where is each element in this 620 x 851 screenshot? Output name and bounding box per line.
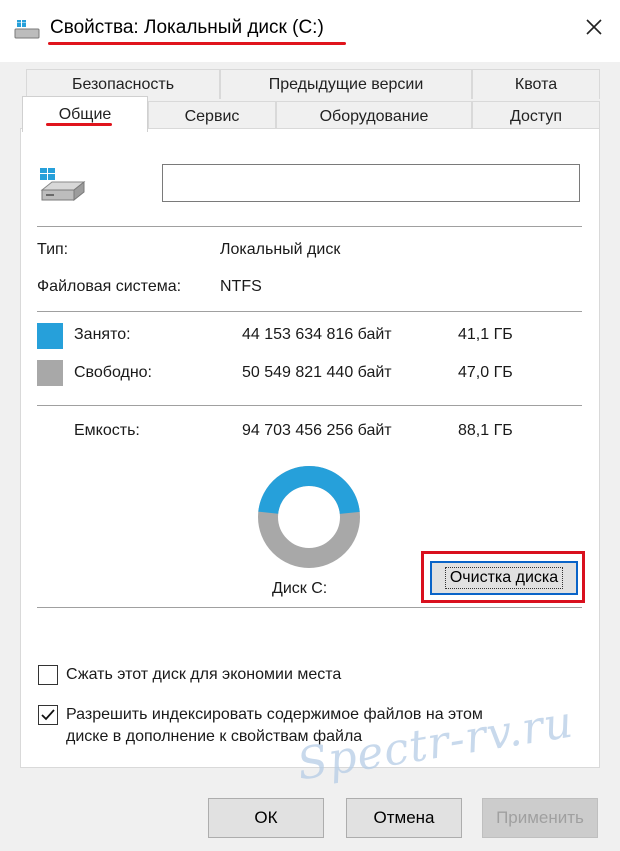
filesystem-label: Файловая система:	[37, 278, 182, 295]
disk-cleanup-button[interactable]: Очистка диска	[430, 561, 578, 595]
tab-highlight-underline	[46, 123, 112, 126]
cancel-button[interactable]: Отмена	[346, 798, 462, 838]
tab-general[interactable]: Общие	[22, 96, 148, 132]
separator-4	[37, 607, 582, 608]
type-value: Локальный диск	[220, 241, 341, 258]
drive-label: Диск C:	[272, 580, 328, 597]
capacity-bytes: 94 703 456 256 байт	[242, 422, 392, 439]
compress-label: Сжать этот диск для экономии места	[66, 666, 342, 683]
index-checkbox[interactable]	[38, 705, 58, 725]
separator-1	[37, 226, 582, 227]
tab-previous-versions[interactable]: Предыдущие версии	[220, 69, 472, 99]
tab-quota[interactable]: Квота	[472, 69, 600, 99]
close-button[interactable]	[574, 10, 614, 44]
type-label: Тип:	[37, 241, 69, 258]
capacity-size: 88,1 ГБ	[458, 422, 513, 439]
close-icon	[586, 19, 602, 35]
used-bytes: 44 153 634 816 байт	[242, 326, 392, 343]
separator-2	[37, 311, 582, 312]
disk-cleanup-label: Очистка диска	[444, 567, 564, 589]
disk-usage-donut	[257, 466, 360, 568]
tab-security[interactable]: Безопасность	[26, 69, 220, 99]
filesystem-value: NTFS	[220, 278, 262, 295]
drive-name-input[interactable]	[162, 164, 580, 202]
tab-sharing[interactable]: Доступ	[472, 101, 600, 131]
apply-button[interactable]: Применить	[482, 798, 598, 838]
separator-3	[37, 405, 582, 406]
free-label: Свободно:	[74, 364, 152, 381]
title-bar: Свойства: Локальный диск (C:)	[0, 0, 620, 62]
used-size: 41,1 ГБ	[458, 326, 513, 343]
drive-icon	[40, 168, 88, 213]
window-title: Свойства: Локальный диск (C:)	[50, 17, 324, 38]
used-space-swatch	[37, 323, 63, 349]
capacity-label: Емкость:	[74, 422, 140, 439]
title-highlight-underline	[48, 42, 346, 45]
free-bytes: 50 549 821 440 байт	[242, 364, 392, 381]
ok-button[interactable]: ОК	[208, 798, 324, 838]
tab-hardware[interactable]: Оборудование	[276, 101, 472, 131]
checkmark-icon	[41, 709, 55, 721]
used-label: Занято:	[74, 326, 131, 343]
free-size: 47,0 ГБ	[458, 364, 513, 381]
free-space-swatch	[37, 360, 63, 386]
drive-title-icon	[14, 20, 40, 45]
compress-checkbox[interactable]	[38, 665, 58, 685]
tab-tools[interactable]: Сервис	[148, 101, 276, 131]
